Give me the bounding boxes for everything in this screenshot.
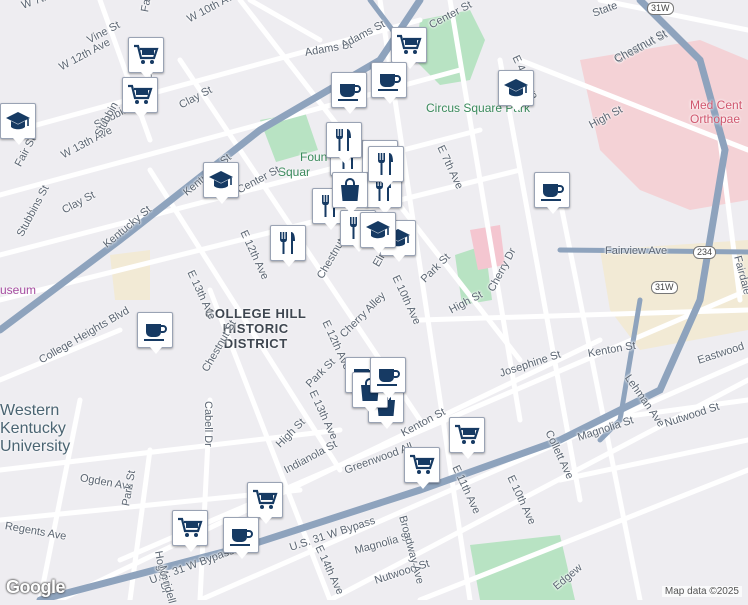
university-label: Western Kentucky University — [0, 402, 71, 455]
poi-marker[interactable] — [122, 77, 158, 119]
fork-knife-icon — [378, 153, 393, 175]
poi-marker[interactable] — [0, 103, 36, 145]
coffee-icon — [541, 184, 564, 201]
coffee-icon — [144, 324, 167, 341]
cart-icon — [397, 34, 422, 54]
coffee-icon — [377, 369, 400, 386]
fork-knife-icon — [280, 232, 295, 254]
cart-icon — [410, 454, 435, 474]
med-center-label: Med Cent — [690, 98, 743, 112]
park-label-fountain: Foun — [300, 150, 328, 164]
poi-marker[interactable] — [368, 146, 404, 188]
park-label-square: Squar — [278, 165, 311, 179]
cap-icon — [366, 221, 390, 239]
cart-icon — [253, 489, 278, 509]
poi-marker[interactable] — [498, 70, 534, 112]
cap-icon — [6, 112, 30, 130]
poi-marker[interactable] — [326, 122, 362, 164]
coffee-icon — [378, 74, 401, 91]
poi-marker[interactable] — [332, 172, 368, 214]
poi-marker[interactable] — [449, 417, 485, 459]
poi-marker[interactable] — [360, 212, 396, 254]
route-shield-234: 234 — [693, 246, 717, 259]
route-shield-31w: 31W — [651, 281, 678, 294]
street-label: Cabell Dr — [202, 401, 214, 447]
cart-icon — [178, 517, 203, 537]
poi-marker[interactable] — [137, 312, 173, 354]
poi-marker[interactable] — [128, 37, 164, 79]
cart-icon — [128, 84, 153, 104]
poi-marker[interactable] — [391, 27, 427, 69]
route-shield-31w: 31W — [647, 2, 674, 15]
cap-icon — [504, 79, 528, 97]
poi-marker[interactable] — [203, 162, 239, 204]
museum-label: useum — [0, 283, 37, 297]
poi-marker[interactable] — [404, 447, 440, 489]
poi-marker[interactable] — [223, 517, 259, 559]
bag-icon — [341, 178, 359, 201]
coffee-icon — [230, 529, 253, 546]
poi-marker[interactable] — [534, 172, 570, 214]
campus-west — [110, 250, 150, 300]
google-logo: Google — [6, 577, 66, 597]
poi-marker[interactable] — [371, 62, 407, 104]
poi-marker[interactable] — [270, 225, 306, 267]
poi-marker[interactable] — [331, 72, 367, 114]
map-attribution: Map data ©2025 — [661, 586, 742, 597]
coffee-icon — [338, 84, 361, 101]
poi-marker[interactable] — [370, 357, 406, 399]
street-label: Fairview Ave — [605, 245, 668, 257]
poi-marker[interactable] — [247, 482, 283, 524]
cart-icon — [455, 424, 480, 444]
cap-icon — [209, 171, 233, 189]
cart-icon — [134, 44, 159, 64]
fork-knife-icon — [336, 129, 351, 151]
orthopaedic-label: Orthopae — [690, 112, 741, 126]
poi-marker[interactable] — [172, 510, 208, 552]
